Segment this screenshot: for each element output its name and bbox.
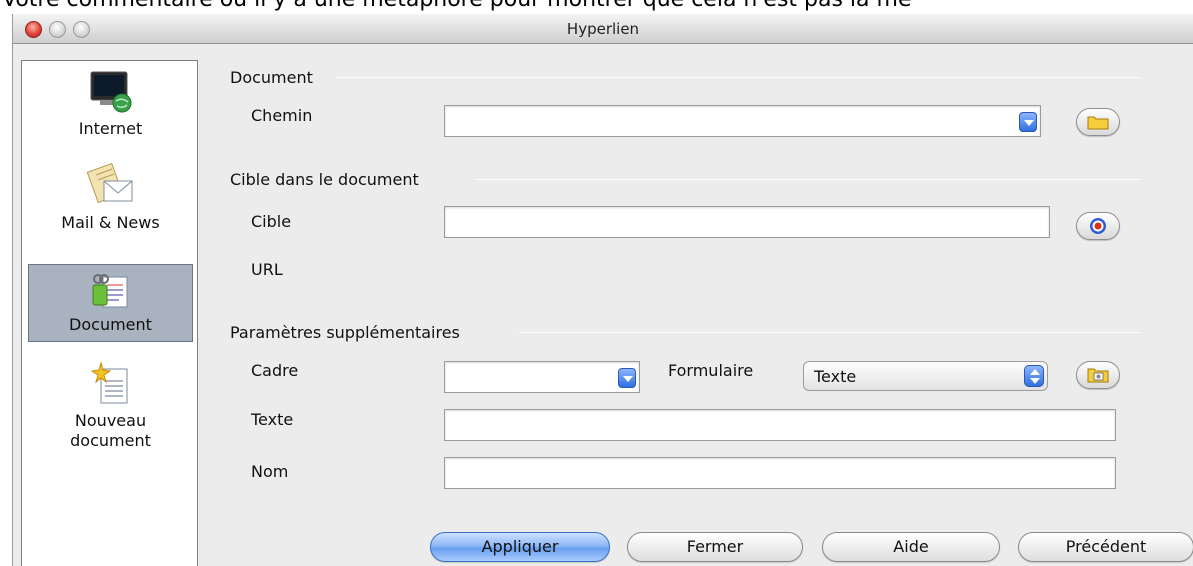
chevron-down-icon[interactable] [618, 368, 636, 388]
open-file-button[interactable] [1076, 108, 1120, 136]
target-input[interactable] [444, 206, 1050, 238]
window-title: Hyperlien [566, 20, 640, 38]
help-button[interactable]: Aide [822, 532, 1000, 562]
sidebar-item-label: Internet [78, 119, 143, 138]
up-down-arrows-icon[interactable] [1024, 365, 1044, 387]
section-divider [519, 332, 1141, 333]
form-label: Formulaire [668, 361, 754, 380]
target-icon [1090, 218, 1106, 234]
sidebar-item-label-line2: document [70, 431, 151, 450]
chevron-down-icon[interactable] [1019, 112, 1037, 132]
url-label: URL [251, 260, 283, 279]
folder-icon [1087, 116, 1109, 130]
form-select[interactable]: Texte [803, 361, 1048, 391]
title-bar[interactable]: Hyperlien [13, 14, 1193, 44]
text-input[interactable] [444, 409, 1116, 441]
events-folder-icon [1087, 368, 1109, 383]
sidebar-item-new-document[interactable]: Nouveau document [28, 361, 193, 461]
frame-combobox[interactable] [444, 361, 640, 393]
new-document-icon [90, 361, 127, 404]
section-divider [336, 77, 1141, 78]
events-button[interactable] [1076, 361, 1120, 389]
mail-news-icon [86, 163, 132, 204]
internet-icon [90, 71, 131, 113]
target-section-title: Cible dans le document [230, 170, 419, 189]
text-label: Texte [251, 410, 294, 429]
hyperlink-type-sidebar: Internet Mail & News Document Nouveau do… [21, 60, 198, 566]
form-value: Texte [814, 367, 857, 386]
additional-settings-title: Paramètres supplémentaires [230, 323, 460, 342]
sidebar-item-document[interactable]: Document [28, 264, 193, 342]
sidebar-item-internet[interactable]: Internet [28, 69, 193, 149]
name-input[interactable] [444, 457, 1116, 489]
background-document-text: Votre commentaire où il y a une métaphor… [0, 0, 1193, 12]
document-section-title: Document [230, 68, 313, 87]
apply-button[interactable]: Appliquer [430, 532, 610, 562]
document-icon [92, 274, 127, 308]
back-button[interactable]: Précédent [1018, 532, 1193, 562]
name-label: Nom [251, 462, 289, 481]
sidebar-item-label: Mail & News [61, 213, 160, 232]
section-divider [474, 179, 1141, 180]
target-label: Cible [251, 212, 292, 231]
frame-label: Cadre [251, 361, 299, 380]
sidebar-item-label: Document [69, 315, 152, 334]
path-label: Chemin [251, 106, 313, 125]
path-combobox[interactable] [444, 105, 1041, 137]
close-button[interactable]: Fermer [627, 532, 803, 562]
hyperlink-dialog: Hyperlien Internet Mail & News Document … [12, 14, 1193, 566]
sidebar-item-mail-news[interactable]: Mail & News [28, 163, 193, 243]
sidebar-item-label-line1: Nouveau [74, 411, 147, 430]
target-in-document-button[interactable] [1076, 212, 1120, 240]
